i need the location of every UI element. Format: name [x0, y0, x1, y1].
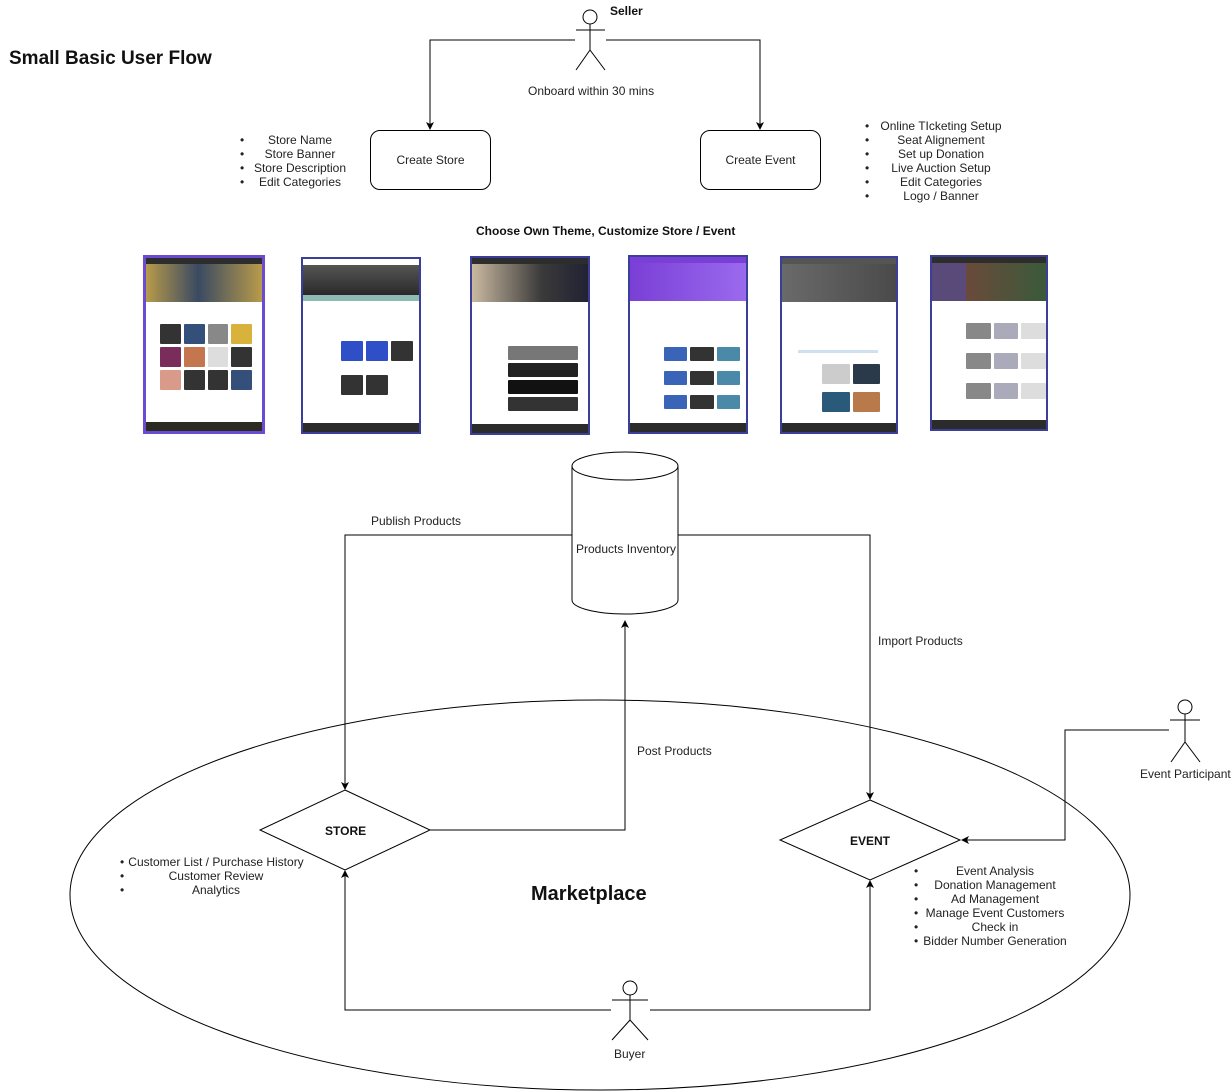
thumb-footer	[472, 424, 588, 433]
theme-thumbnail-2[interactable]	[301, 257, 421, 434]
event-node-label: EVENT	[850, 834, 891, 848]
publish-products-edge	[341, 534, 572, 790]
theme-thumbnail-1[interactable]	[143, 255, 265, 434]
thumb-hero-image	[932, 263, 1046, 301]
thumb-product-grid	[966, 323, 1046, 399]
thumb-product-grid	[508, 346, 578, 411]
thumb-product-grid	[664, 347, 740, 409]
thumb-footer	[932, 420, 1046, 429]
thumb-footer	[782, 423, 896, 432]
feature-item: Donation Management	[914, 878, 1076, 892]
feature-item: Seat Alignement	[865, 133, 1017, 147]
feature-item: Ad Management	[914, 892, 1076, 906]
feature-item: Online TIcketing Setup	[865, 119, 1017, 133]
thumb-search-bar	[798, 350, 878, 353]
thumb-footer	[146, 422, 262, 431]
feature-item: Store Banner	[240, 147, 360, 161]
thumb-hero-image	[472, 264, 588, 302]
post-products-label: Post Products	[637, 744, 712, 758]
feature-item: Store Name	[240, 133, 360, 147]
feature-item: Live Auction Setup	[865, 161, 1017, 175]
theme-heading: Choose Own Theme, Customize Store / Even…	[476, 224, 736, 238]
feature-item: Logo / Banner	[865, 189, 1017, 203]
feature-item: Customer List / Purchase History	[120, 855, 312, 869]
feature-item: Manage Event Customers	[914, 906, 1076, 920]
theme-thumbnail-5[interactable]	[780, 256, 898, 434]
store-features: Customer List / Purchase History Custome…	[120, 855, 312, 897]
database-icon	[571, 451, 679, 615]
feature-item: Bidder Number Generation	[914, 934, 1076, 948]
buyer-actor-icon	[611, 980, 649, 1041]
feature-item: Check in	[914, 920, 1076, 934]
thumb-product-grid	[822, 364, 880, 412]
participant-to-event-edge	[961, 729, 1169, 844]
event-participant-actor-icon	[1170, 699, 1201, 763]
store-setup-features: Store Name Store Banner Store Descriptio…	[240, 133, 360, 189]
post-products-edge	[430, 620, 629, 831]
onboard-label: Onboard within 30 mins	[528, 84, 655, 98]
theme-thumbnail-6[interactable]	[930, 255, 1048, 431]
thumb-search-bar	[303, 295, 419, 301]
feature-item: Customer Review	[120, 869, 312, 883]
publish-products-label: Publish Products	[371, 514, 462, 528]
feature-item: Event Analysis	[914, 864, 1076, 878]
inventory-label: Products Inventory	[576, 542, 677, 556]
seller-label: Seller	[610, 4, 643, 18]
feature-item: Edit Categories	[240, 175, 360, 189]
create-store-label: Create Store	[396, 153, 465, 167]
thumb-product-grid	[160, 324, 252, 390]
thumb-product-grid	[341, 341, 413, 395]
event-participant-label: Event Participant	[1140, 767, 1231, 781]
import-products-edge	[678, 534, 874, 800]
marketplace-label: Marketplace	[531, 883, 647, 905]
feature-item: Set up Donation	[865, 147, 1017, 161]
buyer-label: Buyer	[614, 1047, 646, 1061]
thumb-hero-image	[630, 263, 746, 301]
theme-thumbnail-3[interactable]	[470, 256, 590, 435]
feature-item: Edit Categories	[865, 175, 1017, 189]
buyer-to-event-edge	[650, 880, 874, 1011]
thumb-hero-image	[782, 264, 896, 302]
create-store-node[interactable]: Create Store	[370, 130, 491, 190]
thumb-hero-image	[303, 265, 419, 295]
create-event-label: Create Event	[725, 153, 796, 167]
event-setup-features: Online TIcketing Setup Seat Alignement S…	[865, 119, 1017, 203]
import-products-label: Import Products	[878, 634, 963, 648]
store-node-label: STORE	[325, 824, 367, 838]
feature-item: Store Description	[240, 161, 360, 175]
seller-actor-icon	[575, 9, 606, 71]
create-event-node[interactable]: Create Event	[700, 130, 821, 190]
feature-item: Analytics	[120, 883, 312, 897]
diagram-title: Small Basic User Flow	[9, 48, 212, 69]
thumb-footer	[630, 423, 746, 432]
theme-thumbnail-4[interactable]	[628, 255, 748, 434]
event-features: Event Analysis Donation Management Ad Ma…	[914, 864, 1076, 948]
thumb-hero-image	[146, 264, 262, 302]
thumb-footer	[303, 423, 419, 432]
